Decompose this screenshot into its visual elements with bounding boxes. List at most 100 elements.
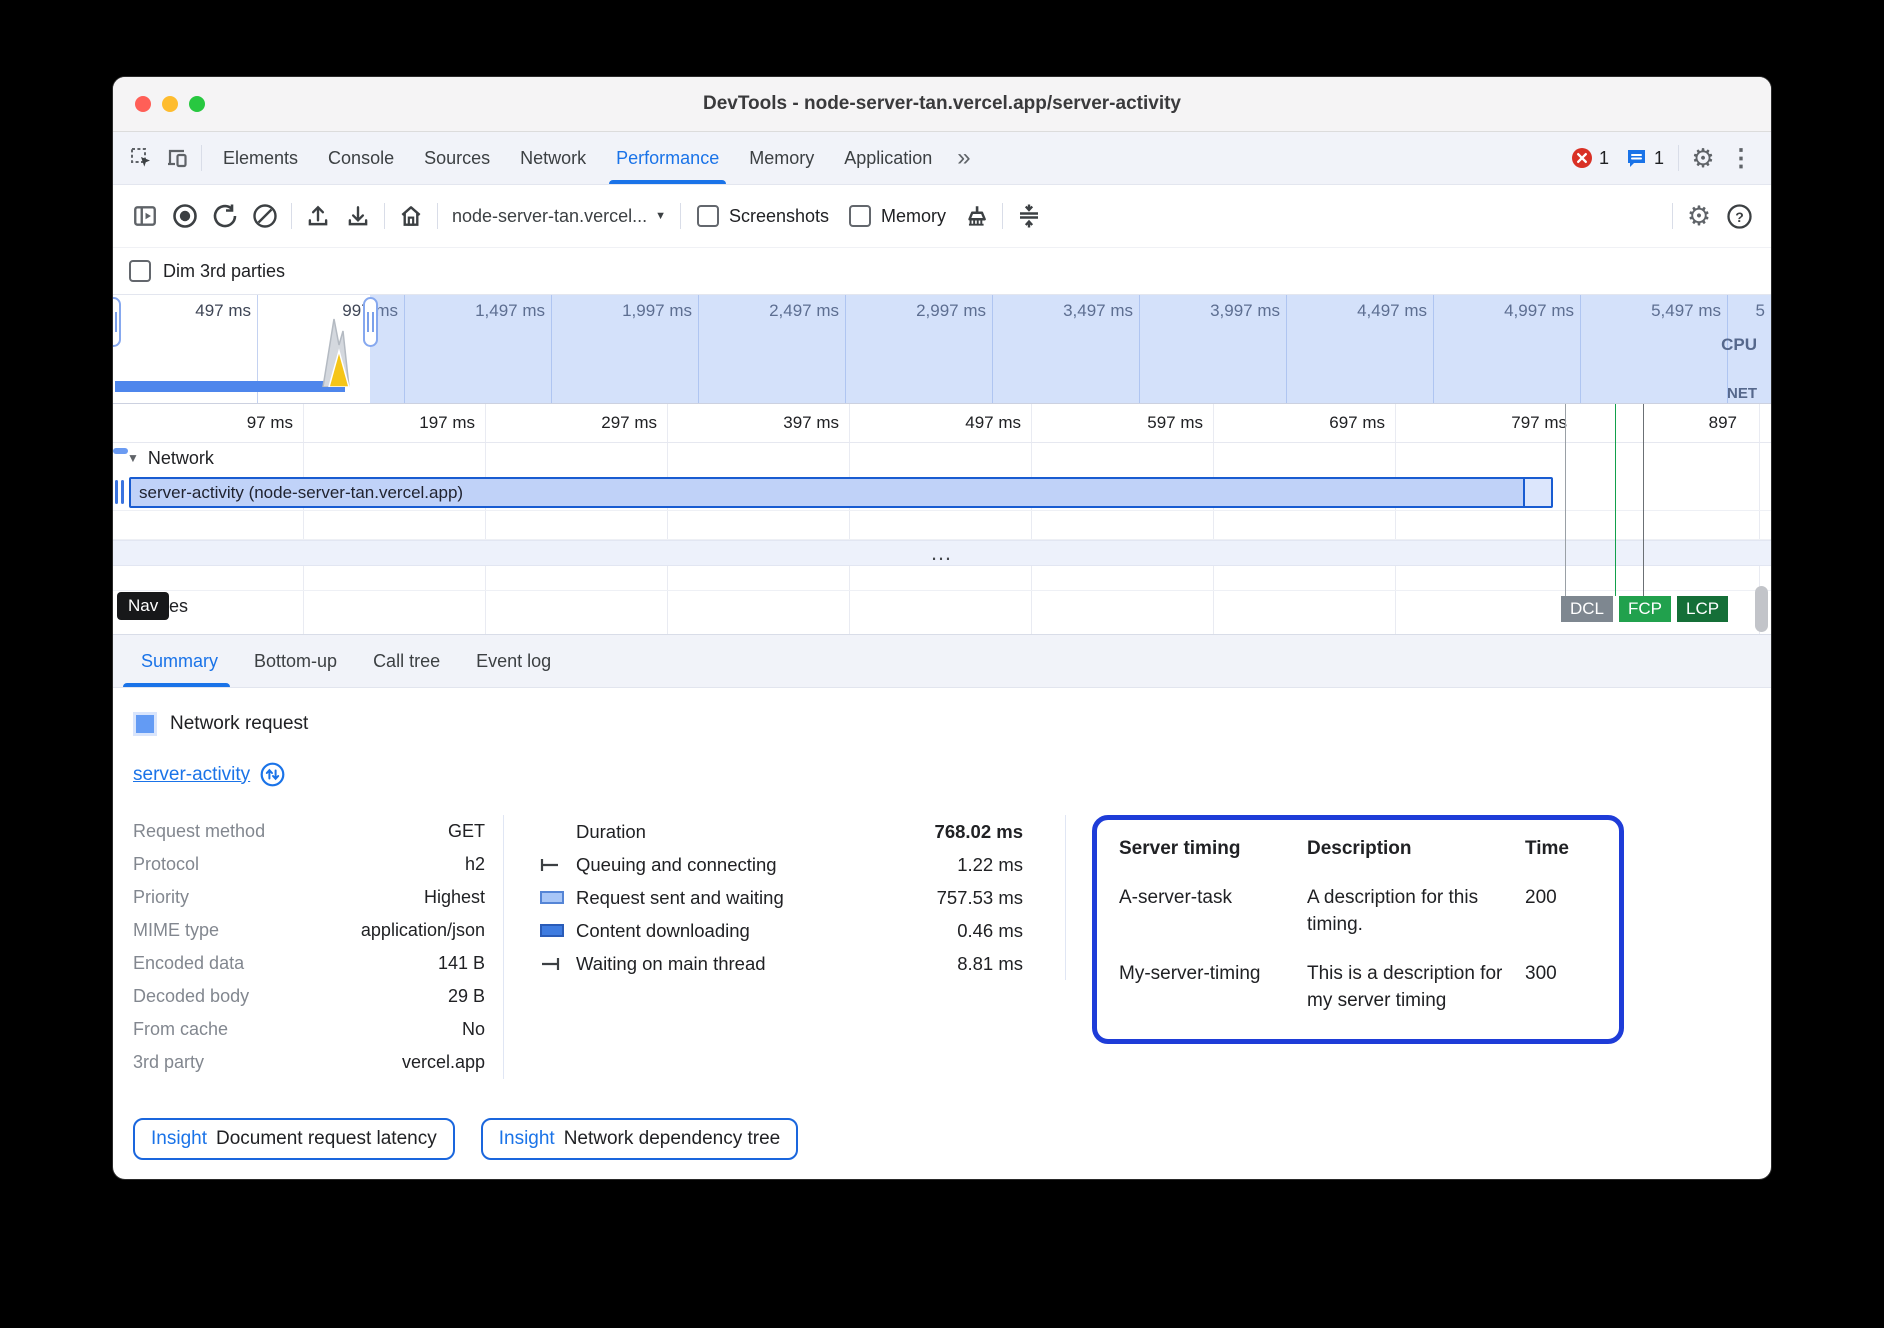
dcl-badge[interactable]: DCL [1561, 596, 1613, 622]
toggle-sidebar-button[interactable] [125, 196, 165, 236]
lcp-badge[interactable]: LCP [1677, 596, 1728, 622]
phase-row: Content downloading 0.46 ms [540, 914, 1023, 947]
message-count: 1 [1654, 148, 1664, 169]
save-profile-button[interactable] [338, 196, 378, 236]
field-row: 3rd partyvercel.app [133, 1046, 485, 1079]
tab-sources[interactable]: Sources [409, 132, 505, 184]
field-row: PriorityHighest [133, 881, 485, 914]
detail-ruler: 97 ms 197 ms 297 ms 397 ms 497 ms 597 ms… [113, 404, 1771, 443]
overview-network-bar [115, 381, 345, 392]
track-overflow-ellipsis[interactable]: … [113, 540, 1771, 566]
request-fields: Request methodGET Protocolh2 PriorityHig… [133, 815, 504, 1079]
record-and-reload-button[interactable] [205, 196, 245, 236]
divider [201, 145, 202, 171]
cpu-activity-peak [321, 311, 359, 387]
error-badge[interactable]: 1 [1571, 147, 1609, 169]
help-icon: ? [1726, 203, 1753, 230]
three-dots-icon: ⋮ [1729, 145, 1753, 172]
svg-text:?: ? [1735, 209, 1744, 225]
insight-network-dependency-tree[interactable]: Insight Network dependency tree [481, 1118, 799, 1160]
zoom-window-button[interactable] [189, 96, 205, 112]
home-button[interactable] [391, 196, 431, 236]
tab-event-log[interactable]: Event log [458, 635, 569, 687]
titlebar: DevTools - node-server-tan.vercel.app/se… [113, 77, 1771, 132]
fcp-marker-line [1615, 404, 1616, 596]
customize-menu-button[interactable]: ⋮ [1721, 144, 1761, 173]
request-url-link[interactable]: server-activity [133, 764, 250, 786]
divider [1002, 203, 1003, 229]
close-window-button[interactable] [135, 96, 151, 112]
network-request-swatch [133, 712, 157, 736]
block-icon [251, 202, 279, 230]
tab-summary[interactable]: Summary [123, 635, 236, 687]
lcp-marker-line [1643, 404, 1644, 596]
traffic-lights [135, 96, 205, 112]
overview-left-handle[interactable] [113, 297, 121, 347]
timeline-detail[interactable]: 97 ms 197 ms 297 ms 397 ms 497 ms 597 ms… [113, 404, 1771, 634]
tab-elements[interactable]: Elements [208, 132, 313, 184]
network-request-bar[interactable]: server-activity (node-server-tan.vercel.… [129, 477, 1553, 508]
divider [384, 203, 385, 229]
collapse-icon [1015, 202, 1043, 230]
network-track-header[interactable]: ▼ Network [113, 442, 1771, 474]
insight-chips: Insight Document request latency Insight… [133, 1118, 798, 1160]
timeline-overview[interactable]: 497 ms 997 ms 1,497 ms 1,997 ms 2,497 ms… [113, 294, 1771, 404]
more-tabs-button[interactable]: » [947, 144, 980, 172]
collapse-sections-button[interactable] [1009, 196, 1049, 236]
track-edge-handle[interactable] [113, 448, 128, 454]
track-resize-handle[interactable] [115, 480, 124, 504]
gear-icon: ⚙ [1687, 201, 1711, 232]
tab-performance[interactable]: Performance [601, 132, 734, 184]
inspect-cursor-icon [129, 146, 153, 170]
vertical-scrollbar[interactable] [1755, 586, 1768, 632]
fcp-badge[interactable]: FCP [1619, 596, 1671, 622]
help-button[interactable]: ? [1719, 196, 1759, 236]
device-toolbar-button[interactable] [159, 140, 195, 176]
reload-icon [211, 202, 239, 230]
load-profile-button[interactable] [298, 196, 338, 236]
event-legend: Network request [133, 712, 1771, 736]
panel-settings-button[interactable]: ⚙ [1679, 196, 1719, 236]
upload-icon [305, 203, 331, 229]
message-badge[interactable]: 1 [1625, 147, 1664, 169]
tab-network[interactable]: Network [505, 132, 601, 184]
error-icon [1571, 147, 1593, 169]
overview-right-handle[interactable] [363, 297, 378, 347]
tab-memory[interactable]: Memory [734, 132, 829, 184]
home-icon [398, 203, 424, 229]
minimize-window-button[interactable] [162, 96, 178, 112]
server-timing-row: A-server-task A description for this tim… [1119, 885, 1599, 939]
phase-row: Queuing and connecting 1.22 ms [540, 848, 1023, 881]
bottom-panel-tabs: Summary Bottom-up Call tree Event log [113, 634, 1771, 688]
insight-document-request-latency[interactable]: Insight Document request latency [133, 1118, 455, 1160]
inspect-element-button[interactable] [123, 140, 159, 176]
clear-button[interactable] [245, 196, 285, 236]
settings-button[interactable]: ⚙ [1685, 140, 1721, 176]
memory-checkbox[interactable]: Memory [839, 205, 956, 227]
gear-icon: ⚙ [1691, 143, 1714, 174]
ruler-tick: 497 ms [849, 404, 1031, 442]
field-row: Decoded body29 B [133, 980, 485, 1013]
record-icon [171, 202, 199, 230]
divider [680, 203, 681, 229]
phase-row: Request sent and waiting 757.53 ms [540, 881, 1023, 914]
reveal-in-network-icon[interactable] [260, 762, 285, 787]
record-button[interactable] [165, 196, 205, 236]
screenshots-checkbox[interactable]: Screenshots [687, 205, 839, 227]
gc-button[interactable] [956, 196, 996, 236]
checkbox-box [849, 205, 871, 227]
tab-bottom-up[interactable]: Bottom-up [236, 635, 355, 687]
download-icon [345, 203, 371, 229]
profile-select[interactable]: node-server-tan.vercel... ▼ [444, 206, 674, 227]
divider [1678, 145, 1679, 171]
ruler-tick: 597 ms [1031, 404, 1213, 442]
nav-tooltip: Nav [117, 592, 169, 620]
tab-application[interactable]: Application [829, 132, 947, 184]
request-main-thread-tail [1523, 479, 1551, 506]
marker-badges: DCL FCP LCP [1561, 596, 1728, 622]
tab-console[interactable]: Console [313, 132, 409, 184]
dim-3rd-parties-checkbox[interactable] [129, 260, 151, 282]
tab-call-tree[interactable]: Call tree [355, 635, 458, 687]
divider [437, 203, 438, 229]
ruler-tick: 397 ms [667, 404, 849, 442]
